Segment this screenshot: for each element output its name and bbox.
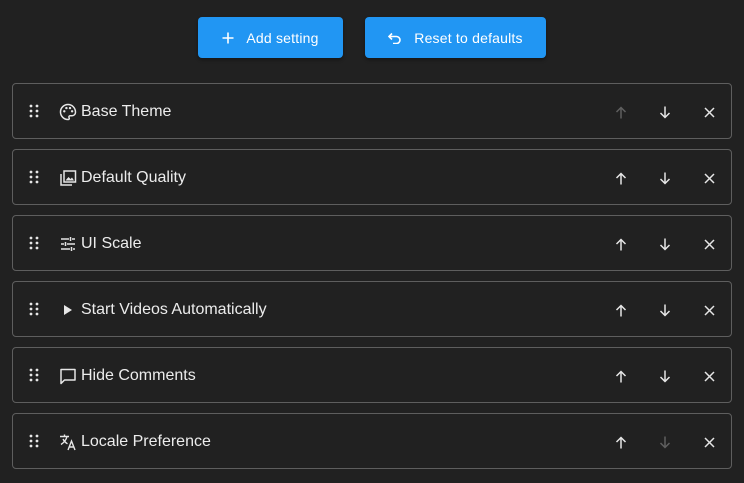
close-icon [703, 370, 715, 382]
arrow-up-icon [615, 303, 627, 316]
arrow-down-icon [659, 436, 671, 449]
drag-handle-icon[interactable] [29, 236, 39, 250]
remove-setting-button[interactable] [695, 362, 723, 390]
move-down-button[interactable] [651, 362, 679, 390]
move-down-button[interactable] [651, 230, 679, 258]
close-icon [703, 172, 715, 184]
translate-icon [60, 434, 76, 451]
move-down-button[interactable] [651, 428, 679, 456]
move-up-button[interactable] [607, 296, 635, 324]
setting-label: Locale Preference [81, 433, 211, 450]
arrow-down-icon [659, 106, 671, 119]
photo-library-icon [60, 170, 77, 186]
close-icon [703, 304, 715, 316]
arrow-up-icon [615, 171, 627, 184]
setting-row-hide-comments: Hide Comments [12, 347, 732, 403]
tune-icon [61, 237, 75, 251]
undo-icon [388, 32, 402, 44]
arrow-up-icon [615, 105, 627, 118]
move-down-button[interactable] [651, 296, 679, 324]
remove-setting-button[interactable] [695, 164, 723, 192]
setting-row-default-quality: Default Quality [12, 149, 732, 205]
setting-label: UI Scale [81, 235, 142, 252]
drag-handle-icon[interactable] [29, 434, 39, 448]
reset-defaults-label: Reset to defaults [414, 29, 523, 46]
remove-setting-button[interactable] [695, 98, 723, 126]
add-setting-label: Add setting [246, 29, 319, 46]
arrow-up-icon [615, 369, 627, 382]
setting-row-base-theme: Base Theme [12, 83, 732, 139]
move-up-button[interactable] [607, 164, 635, 192]
reset-defaults-button[interactable]: Reset to defaults [365, 17, 546, 58]
move-up-button[interactable] [607, 362, 635, 390]
arrow-down-icon [659, 370, 671, 383]
play-icon [64, 305, 72, 315]
add-setting-button[interactable]: Add setting [198, 17, 343, 58]
toolbar: Add setting Reset to defaults [0, 17, 744, 58]
close-icon [703, 238, 715, 250]
setting-label: Default Quality [81, 169, 186, 186]
settings-list: Base Theme Default Quality UI Scale Star… [12, 83, 732, 479]
setting-row-locale-preference: Locale Preference [12, 413, 732, 469]
move-up-button[interactable] [607, 98, 635, 126]
drag-handle-icon[interactable] [29, 368, 39, 382]
arrow-up-icon [615, 435, 627, 448]
remove-setting-button[interactable] [695, 428, 723, 456]
arrow-down-icon [659, 238, 671, 251]
remove-setting-button[interactable] [695, 230, 723, 258]
comment-icon [60, 368, 76, 385]
move-up-button[interactable] [607, 230, 635, 258]
arrow-up-icon [615, 237, 627, 250]
drag-handle-icon[interactable] [29, 170, 39, 184]
drag-handle-icon[interactable] [29, 302, 39, 316]
setting-label: Start Videos Automatically [81, 301, 267, 318]
close-icon [703, 436, 715, 448]
remove-setting-button[interactable] [695, 296, 723, 324]
palette-icon [59, 103, 77, 121]
move-down-button[interactable] [651, 98, 679, 126]
drag-handle-icon[interactable] [29, 104, 39, 118]
setting-row-start-videos-automatically: Start Videos Automatically [12, 281, 732, 337]
plus-icon [222, 32, 234, 43]
setting-row-ui-scale: UI Scale [12, 215, 732, 271]
arrow-down-icon [659, 304, 671, 317]
arrow-down-icon [659, 172, 671, 185]
move-up-button[interactable] [607, 428, 635, 456]
setting-label: Hide Comments [81, 367, 196, 384]
close-icon [703, 106, 715, 118]
setting-label: Base Theme [81, 103, 172, 120]
move-down-button[interactable] [651, 164, 679, 192]
